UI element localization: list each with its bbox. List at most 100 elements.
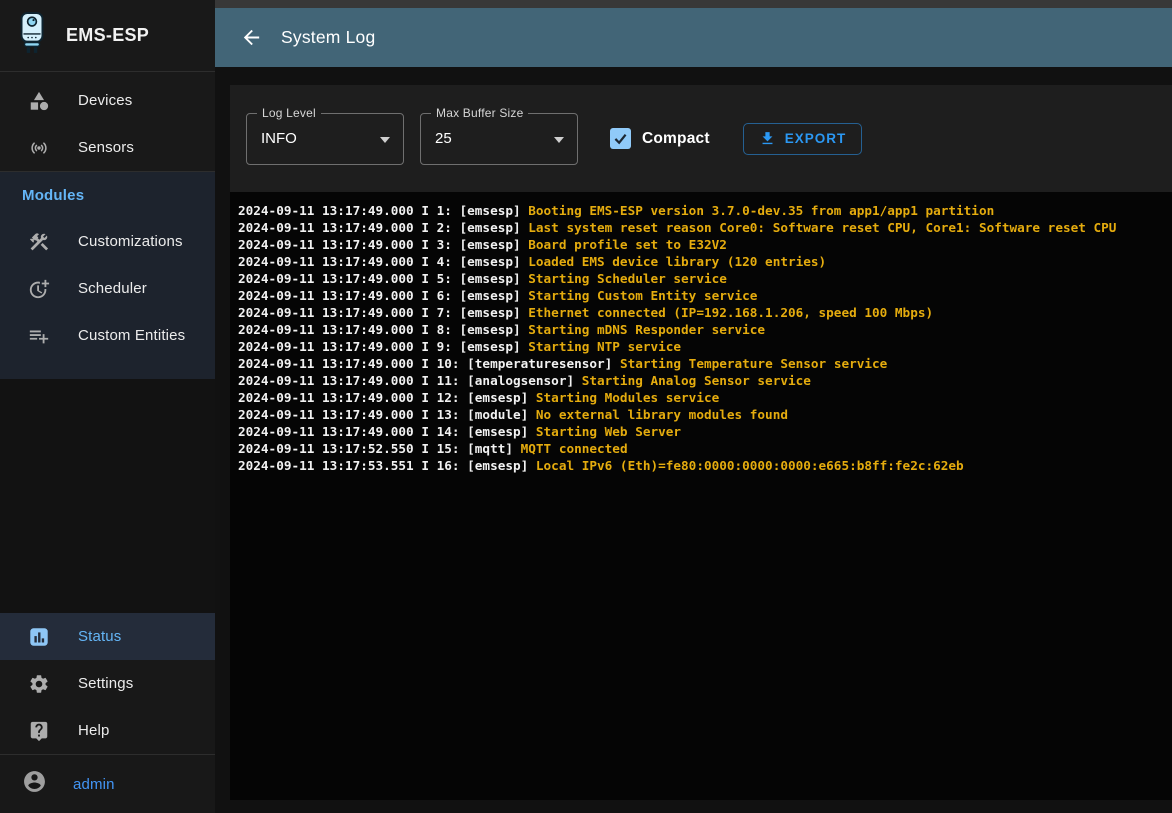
log-line-prefix: 2024-09-11 13:17:49.000 I 6: [emsesp]: [238, 288, 528, 303]
log-line-message: Starting Web Server: [536, 424, 681, 439]
log-line-message: Starting Temperature Sensor service: [620, 356, 887, 371]
log-line-prefix: 2024-09-11 13:17:49.000 I 9: [emsesp]: [238, 339, 528, 354]
category-icon: [28, 90, 50, 112]
log-line-message: Local IPv6 (Eth)=fe80:0000:0000:0000:e66…: [536, 458, 964, 473]
app-bar: System Log: [215, 8, 1172, 67]
sidebar-spacer: [0, 379, 215, 613]
log-line-message: Starting Modules service: [536, 390, 719, 405]
log-line-message: Starting NTP service: [528, 339, 681, 354]
log-line: 2024-09-11 13:17:49.000 I 5: [emsesp] St…: [238, 270, 1172, 287]
log-line: 2024-09-11 13:17:53.551 I 16: [emsesp] L…: [238, 457, 1172, 474]
log-line: 2024-09-11 13:17:49.000 I 12: [emsesp] S…: [238, 389, 1172, 406]
boiler-logo-icon: [13, 10, 51, 61]
log-line-prefix: 2024-09-11 13:17:49.000 I 14: [emsesp]: [238, 424, 536, 439]
sidebar-item-status[interactable]: Status: [0, 613, 215, 660]
more-time-clock-icon: [28, 278, 50, 300]
sidebar: EMS-ESP Devices Sensors: [0, 0, 215, 813]
username-label: admin: [73, 776, 115, 793]
log-line: 2024-09-11 13:17:49.000 I 3: [emsesp] Bo…: [238, 236, 1172, 253]
sidebar-item-sensors[interactable]: Sensors: [0, 124, 215, 171]
log-line: 2024-09-11 13:17:49.000 I 2: [emsesp] La…: [238, 219, 1172, 236]
log-line-prefix: 2024-09-11 13:17:49.000 I 13: [module]: [238, 407, 536, 422]
export-button[interactable]: EXPORT: [743, 123, 863, 155]
sidebar-item-label: Scheduler: [78, 280, 147, 297]
log-controls-panel: Log Level INFO Max Buffer Size 25 Compac…: [230, 85, 1172, 192]
log-line-message: Board profile set to E32V2: [528, 237, 727, 252]
log-line: 2024-09-11 13:17:49.000 I 6: [emsesp] St…: [238, 287, 1172, 304]
log-level-select[interactable]: Log Level INFO: [246, 113, 404, 165]
max-buffer-size-label: Max Buffer Size: [431, 106, 528, 120]
chevron-down-icon: [554, 137, 564, 143]
compact-label: Compact: [642, 130, 710, 148]
log-line: 2024-09-11 13:17:49.000 I 10: [temperatu…: [238, 355, 1172, 372]
log-line-message: Last system reset reason Core0: Software…: [528, 220, 1116, 235]
log-console[interactable]: 2024-09-11 13:17:49.000 I 1: [emsesp] Bo…: [230, 192, 1172, 800]
sidebar-item-scheduler[interactable]: Scheduler: [0, 265, 215, 312]
help-question-icon: [28, 720, 50, 742]
log-line-prefix: 2024-09-11 13:17:49.000 I 8: [emsesp]: [238, 322, 528, 337]
sidebar-footer-nav: Status Settings Help: [0, 613, 215, 754]
log-line-prefix: 2024-09-11 13:17:52.550 I 15: [mqtt]: [238, 441, 521, 456]
log-line: 2024-09-11 13:17:49.000 I 7: [emsesp] Et…: [238, 304, 1172, 321]
sensors-icon: [28, 137, 50, 159]
log-line: 2024-09-11 13:17:52.550 I 15: [mqtt] MQT…: [238, 440, 1172, 457]
log-line: 2024-09-11 13:17:49.000 I 4: [emsesp] Lo…: [238, 253, 1172, 270]
top-strip: [215, 0, 1172, 8]
log-line-prefix: 2024-09-11 13:17:49.000 I 12: [emsesp]: [238, 390, 536, 405]
app-title: EMS-ESP: [66, 25, 149, 46]
log-line-prefix: 2024-09-11 13:17:49.000 I 4: [emsesp]: [238, 254, 528, 269]
construction-tools-icon: [28, 231, 50, 253]
sidebar-item-label: Devices: [78, 92, 132, 109]
compact-checkbox-group[interactable]: Compact: [610, 128, 710, 149]
sidebar-item-custom-entities[interactable]: Custom Entities: [0, 312, 215, 359]
sidebar-item-label: Customizations: [78, 233, 183, 250]
log-line: 2024-09-11 13:17:49.000 I 11: [analogsen…: [238, 372, 1172, 389]
log-level-value: INFO: [261, 130, 297, 147]
account-circle-icon: [22, 769, 47, 799]
log-line-message: Loaded EMS device library (120 entries): [528, 254, 826, 269]
log-line-message: Starting Scheduler service: [528, 271, 727, 286]
sidebar-primary-nav: Devices Sensors: [0, 72, 215, 171]
log-line-message: Ethernet connected (IP=192.168.1.206, sp…: [528, 305, 933, 320]
export-button-label: EXPORT: [785, 131, 847, 146]
log-line-message: No external library modules found: [536, 407, 788, 422]
sidebar-user-admin[interactable]: admin: [0, 754, 215, 813]
sidebar-item-label: Settings: [78, 675, 133, 692]
sidebar-item-label: Custom Entities: [78, 327, 185, 344]
sidebar-item-settings[interactable]: Settings: [0, 660, 215, 707]
sidebar-item-label: Help: [78, 722, 109, 739]
sidebar-item-customizations[interactable]: Customizations: [0, 218, 215, 265]
page-title: System Log: [281, 27, 375, 48]
max-buffer-size-select[interactable]: Max Buffer Size 25: [420, 113, 578, 165]
log-line-message: Starting Analog Sensor service: [582, 373, 811, 388]
log-line: 2024-09-11 13:17:49.000 I 13: [module] N…: [238, 406, 1172, 423]
main-area: System Log Log Level INFO Max Buffer Siz…: [215, 0, 1172, 813]
app-logo-header: EMS-ESP: [0, 0, 215, 72]
chevron-down-icon: [380, 137, 390, 143]
log-level-label: Log Level: [257, 106, 321, 120]
compact-checkbox[interactable]: [610, 128, 631, 149]
log-line-message: Booting EMS-ESP version 3.7.0-dev.35 fro…: [528, 203, 994, 218]
max-buffer-size-value: 25: [435, 130, 452, 147]
log-line-message: Starting mDNS Responder service: [528, 322, 765, 337]
sidebar-item-label: Status: [78, 628, 121, 645]
sidebar-modules-section: Modules Customizations Scheduler Custom …: [0, 171, 215, 379]
log-line-prefix: 2024-09-11 13:17:49.000 I 3: [emsesp]: [238, 237, 528, 252]
log-line-message: Starting Custom Entity service: [528, 288, 757, 303]
download-icon: [759, 130, 776, 147]
sidebar-item-devices[interactable]: Devices: [0, 77, 215, 124]
log-line-prefix: 2024-09-11 13:17:49.000 I 1: [emsesp]: [238, 203, 528, 218]
log-line-prefix: 2024-09-11 13:17:49.000 I 10: [temperatu…: [238, 356, 620, 371]
sidebar-item-label: Sensors: [78, 139, 134, 156]
back-arrow-icon[interactable]: [238, 25, 264, 51]
log-line: 2024-09-11 13:17:49.000 I 14: [emsesp] S…: [238, 423, 1172, 440]
modules-section-header: Modules: [0, 172, 215, 218]
log-line-prefix: 2024-09-11 13:17:49.000 I 5: [emsesp]: [238, 271, 528, 286]
log-line-prefix: 2024-09-11 13:17:53.551 I 16: [emsesp]: [238, 458, 536, 473]
bar-chart-status-icon: [28, 626, 50, 648]
settings-gear-icon: [28, 673, 50, 695]
log-line-prefix: 2024-09-11 13:17:49.000 I 2: [emsesp]: [238, 220, 528, 235]
sidebar-item-help[interactable]: Help: [0, 707, 215, 754]
log-line-prefix: 2024-09-11 13:17:49.000 I 7: [emsesp]: [238, 305, 528, 320]
log-line-prefix: 2024-09-11 13:17:49.000 I 11: [analogsen…: [238, 373, 582, 388]
